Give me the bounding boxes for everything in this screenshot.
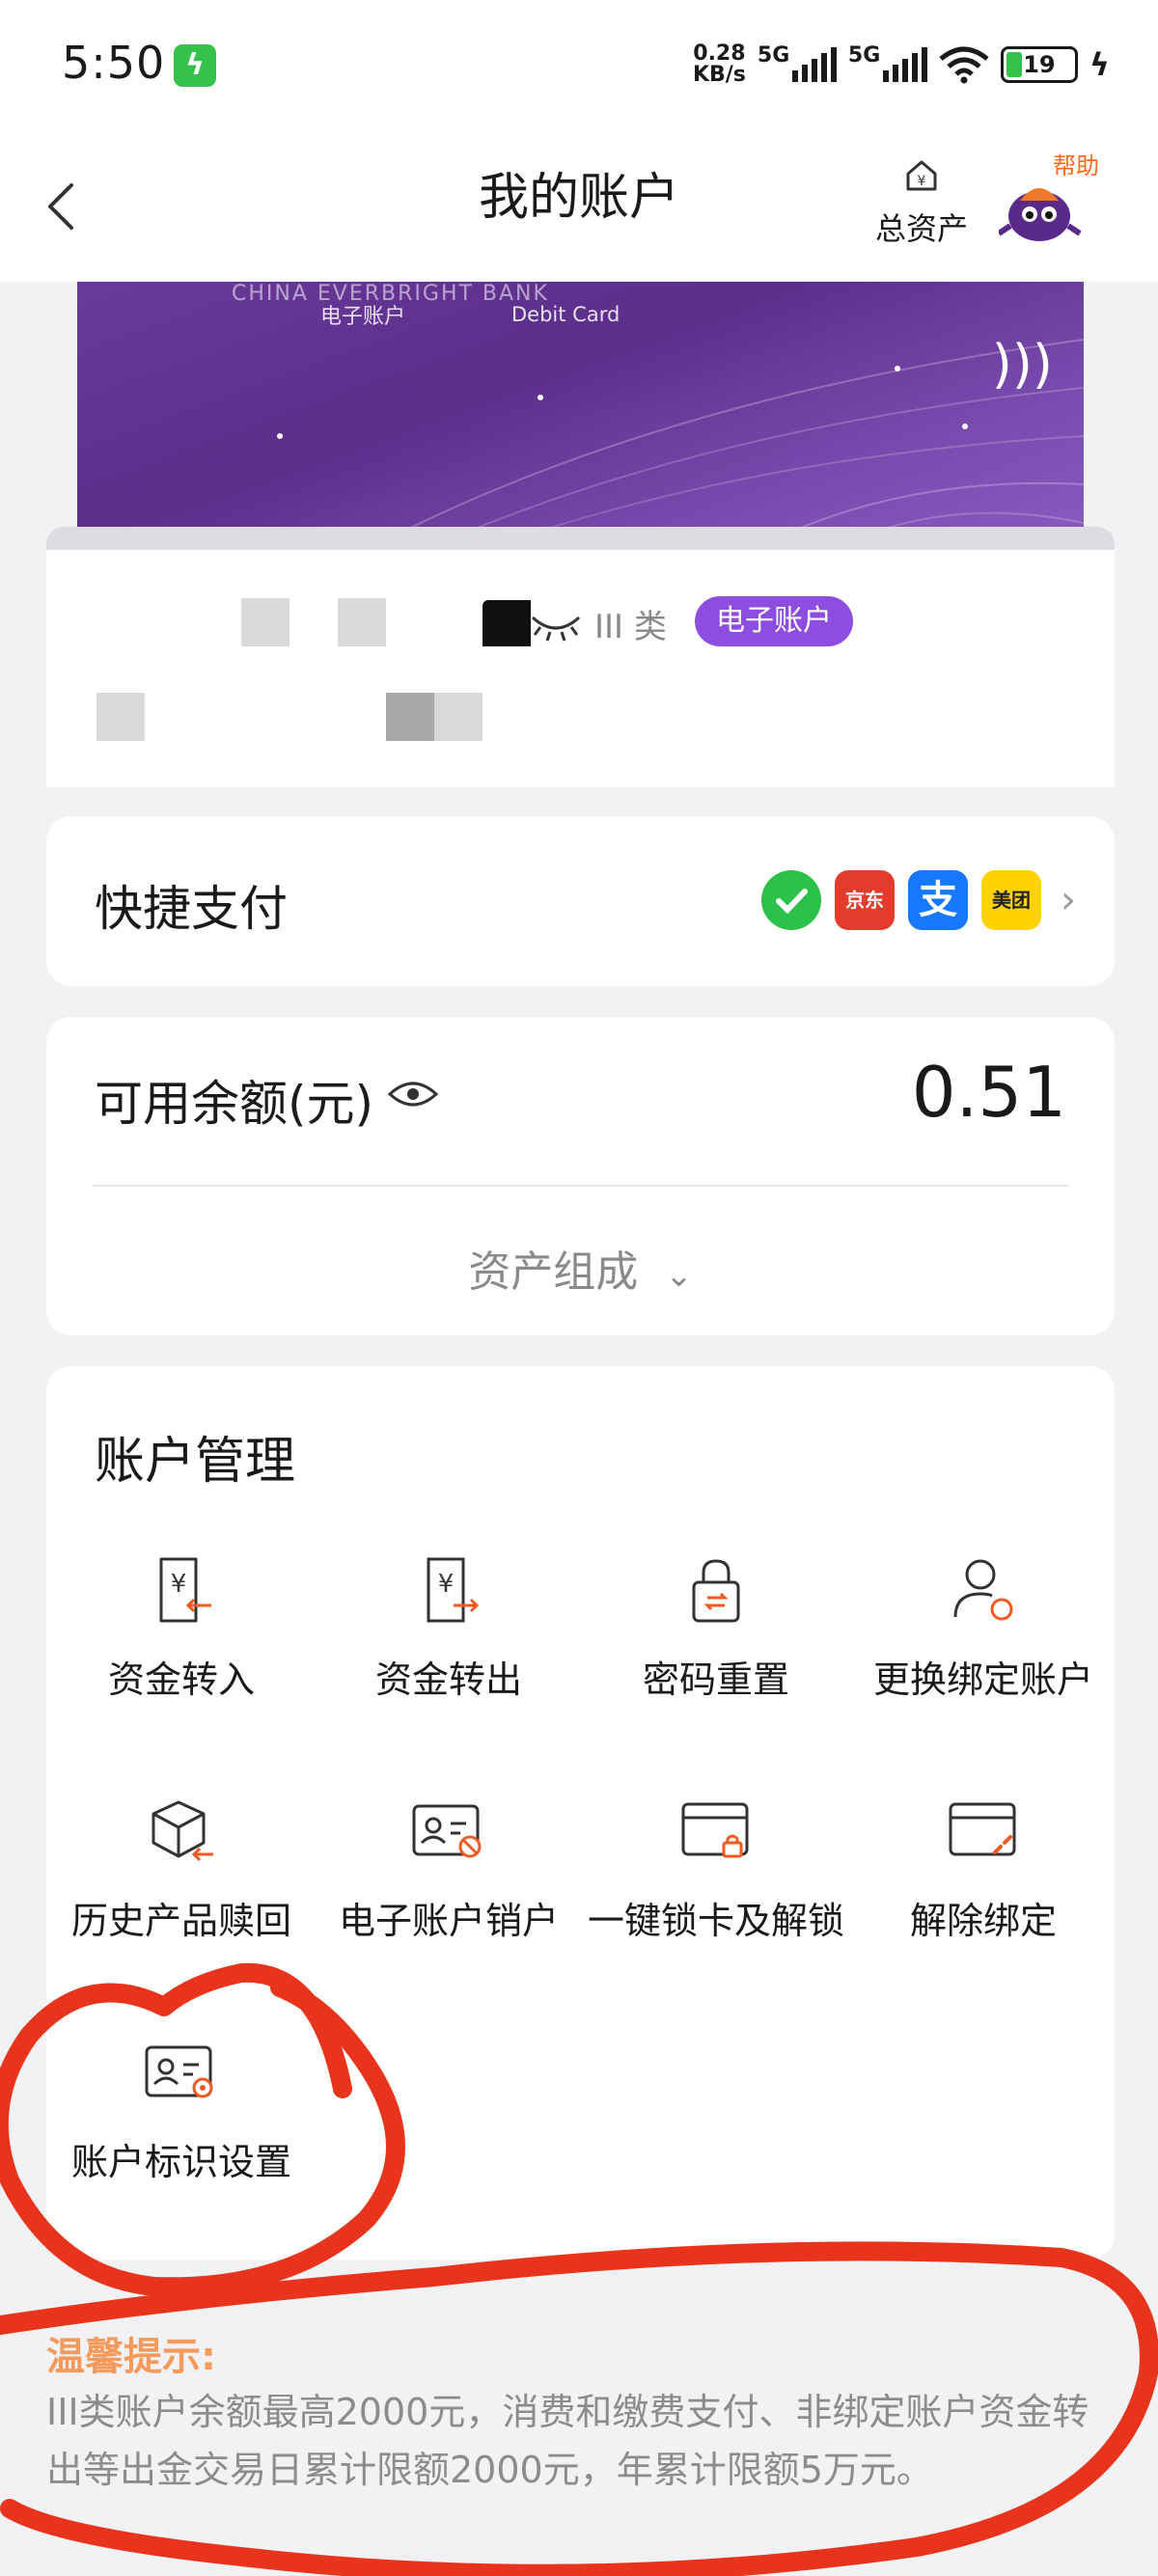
divider xyxy=(93,1185,1068,1187)
balance-value: 0.51 xyxy=(911,1052,1066,1133)
chevron-down-icon: ⌄ xyxy=(665,1256,693,1295)
chevron-right-icon: › xyxy=(1061,878,1076,922)
nfc-icon: ))) xyxy=(991,334,1053,395)
card-panel-edge xyxy=(46,527,1115,550)
account-tag-icon xyxy=(145,2045,213,2098)
e-account-badge: 电子账户 xyxy=(695,596,853,646)
jd-pay-icon: 京东 xyxy=(835,870,895,930)
bank-card-image: CHINA EVERBRIGHT BANK 电子账户 Debit Card ))… xyxy=(77,282,1084,550)
close-account-icon xyxy=(412,1804,482,1858)
notice-text: III类账户余额最高2000元，消费和缴费支付、非绑定账户资金转出等出金交易日累… xyxy=(46,2391,1089,2491)
masked-account-number xyxy=(338,598,386,646)
svg-text:¥: ¥ xyxy=(171,1570,187,1599)
quick-pay-row[interactable]: 快捷支付 京东 支 美团 › xyxy=(46,816,1115,986)
signal-sim1-icon: 5G xyxy=(758,43,837,82)
charging-app-icon: ϟ xyxy=(174,44,216,87)
account-management-title: 账户管理 xyxy=(95,1433,296,1491)
lock-card-icon xyxy=(681,1802,749,1858)
product-redeem-button[interactable]: 历史产品赎回 xyxy=(46,1795,317,1944)
status-indicators: 0.28 KB/s 5G 5G 19 ϟ xyxy=(693,41,1110,89)
masked-account-number xyxy=(241,598,290,646)
nav-header: 我的账户 ¥ 总资产 帮助 xyxy=(0,127,1158,282)
masked-name xyxy=(386,693,434,741)
change-bound-account-button[interactable]: 更换绑定账户 xyxy=(848,1553,1118,1703)
account-info-panel xyxy=(46,550,1115,787)
close-account-button[interactable]: 电子账户销户 xyxy=(314,1795,584,1944)
network-speed: 0.28 KB/s xyxy=(692,41,746,87)
unbind-icon xyxy=(949,1802,1016,1856)
account-management-card: 账户管理 ¥ 资金转入 ¥ 资金转出 密码重置 更换绑定账户 历史产品赎回 电子… xyxy=(46,1366,1115,2260)
change-bound-account-icon xyxy=(953,1559,1013,1621)
wechat-pay-icon xyxy=(761,870,821,930)
balance-label: 可用余额(元) xyxy=(95,1076,374,1132)
help-button[interactable]: 帮助 xyxy=(997,147,1115,262)
unbind-button[interactable]: 解除绑定 xyxy=(848,1795,1118,1944)
fund-out-button[interactable]: ¥ 资金转出 xyxy=(314,1553,584,1703)
lock-card-button[interactable]: 一键锁卡及解锁 xyxy=(581,1795,851,1944)
page-title: 我的账户 xyxy=(478,169,679,227)
svg-text:¥: ¥ xyxy=(438,1570,455,1599)
masked-name xyxy=(96,693,145,741)
meituan-pay-icon: 美团 xyxy=(981,870,1041,930)
home-asset-icon: ¥ xyxy=(906,160,937,191)
total-assets-label: 总资产 xyxy=(874,210,968,247)
password-reset-icon xyxy=(692,1559,740,1623)
asset-composition-toggle[interactable]: 资产组成 ⌄ xyxy=(46,1237,1115,1299)
fund-out-icon: ¥ xyxy=(427,1557,480,1623)
fund-in-button[interactable]: ¥ 资金转入 xyxy=(46,1553,317,1703)
signal-sim2-icon: 5G xyxy=(848,43,927,82)
eye-toggle-icon[interactable] xyxy=(386,1077,440,1111)
wifi-icon xyxy=(939,46,989,84)
product-redeem-icon xyxy=(152,1800,213,1862)
account-tag-setting-button[interactable]: 账户标识设置 xyxy=(46,2036,317,2185)
masked-name xyxy=(434,693,482,741)
fund-in-icon: ¥ xyxy=(159,1557,211,1623)
charging-bolt-icon: ϟ xyxy=(1089,46,1110,83)
status-bar: 5:50 ϟ 0.28 KB/s 5G 5G 19 ϟ xyxy=(0,0,1158,127)
battery-icon: 19 xyxy=(1000,46,1078,83)
quick-pay-title: 快捷支付 xyxy=(95,881,288,937)
status-time: 5:50 xyxy=(62,37,166,89)
notice-title: 温馨提示: xyxy=(46,2335,216,2379)
debit-card-label: Debit Card xyxy=(511,303,620,326)
asset-composition-label: 资产组成 xyxy=(468,1247,639,1297)
redaction-mark xyxy=(482,600,531,646)
quick-pay-partners: 京东 支 美团 › xyxy=(761,870,1076,930)
total-assets-button[interactable]: ¥ 总资产 xyxy=(868,156,975,249)
alipay-icon: 支 xyxy=(908,870,968,930)
help-label: 帮助 xyxy=(1053,152,1099,179)
svg-text:¥: ¥ xyxy=(918,174,926,189)
card-type-label: 电子账户 xyxy=(320,305,406,329)
password-reset-button[interactable]: 密码重置 xyxy=(581,1553,851,1703)
balance-card: 可用余额(元) 0.51 资产组成 ⌄ xyxy=(46,1017,1115,1335)
account-class: III 类 xyxy=(594,608,667,646)
eye-closed-icon[interactable] xyxy=(529,606,583,644)
